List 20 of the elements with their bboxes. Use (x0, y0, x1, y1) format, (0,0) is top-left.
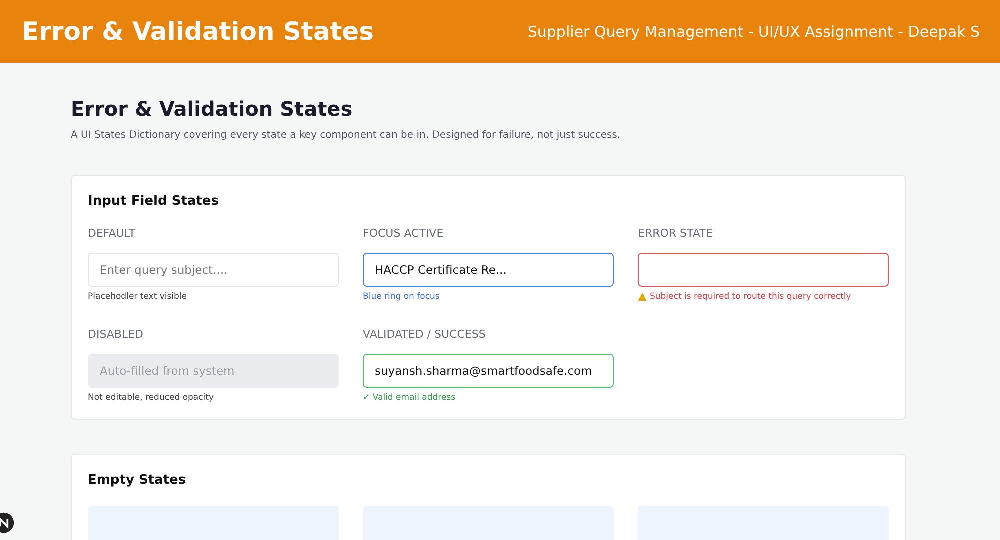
input-field[interactable] (638, 253, 889, 287)
helper-text: Blue ring on focus (363, 292, 440, 302)
header-subtitle: Supplier Query Management - UI/UX Assignment - Deepak S (528, 22, 980, 40)
header-title: Error & Validation States (22, 17, 374, 46)
field-label: ERROR STATE (638, 227, 714, 240)
field-label: DEFAULT (88, 227, 136, 240)
helper-text: Placehodler text visible (88, 292, 188, 302)
section-title: Input Field States (88, 194, 220, 209)
helper-text: ✓ Valid email address (363, 393, 456, 403)
field-label: FOCUS ACTIVE (363, 227, 444, 240)
input-field[interactable]: suyansh.sharma@smartfoodsafe.com (363, 354, 614, 388)
input-field[interactable]: HACCP Certificate Re... (363, 253, 614, 287)
section-title: Empty States (88, 473, 188, 488)
field-label: VALIDATED / SUCCESS (363, 328, 486, 341)
error-message: Subject is required to route this query correctly (650, 292, 852, 302)
page-description: A UI States Dictionary covering every state a key component can be in. Designed for failure, not just success. (71, 130, 622, 141)
warning-icon (638, 293, 647, 301)
page-title: Error & Validation States (71, 97, 354, 121)
field-label: DISABLED (88, 328, 144, 341)
helper-text: Not editable, reduced opacity (88, 393, 214, 403)
